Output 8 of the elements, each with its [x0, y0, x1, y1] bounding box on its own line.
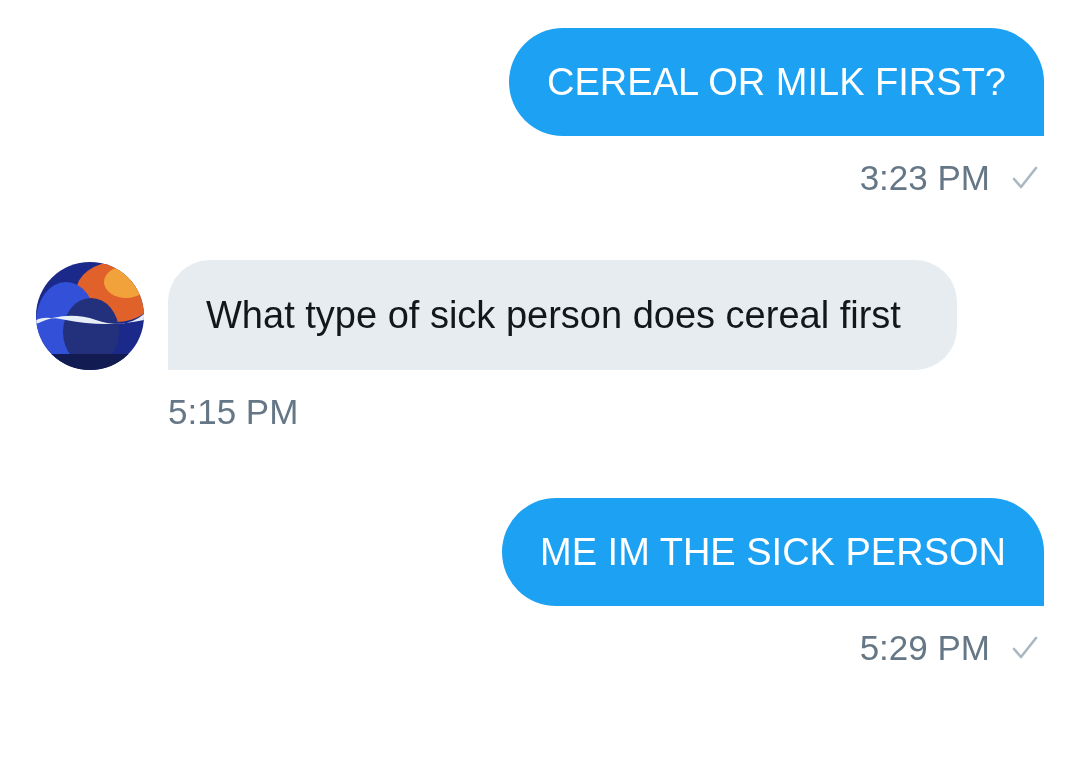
checkmark-icon: [1012, 636, 1038, 660]
message-time: 3:23 PM: [859, 158, 990, 198]
checkmark-icon: [1012, 166, 1038, 190]
message-time: 5:29 PM: [859, 628, 990, 668]
message-bubble: ME IM THE SICK PERSON: [502, 498, 1044, 606]
message-time: 5:15 PM: [168, 392, 299, 432]
message-bubble: CEREAL OR MILK FIRST?: [509, 28, 1044, 136]
message-bubble: What type of sick person does cereal first: [168, 260, 957, 370]
